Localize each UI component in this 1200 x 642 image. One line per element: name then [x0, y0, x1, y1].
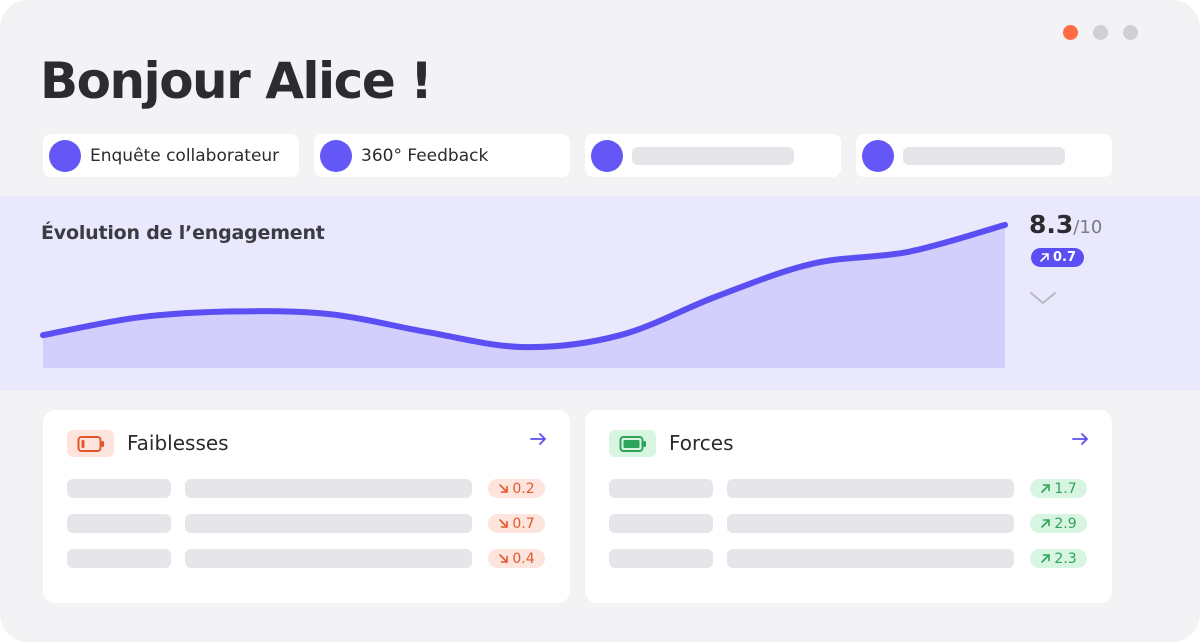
list-item[interactable]: 2.3: [609, 549, 1089, 569]
list-item[interactable]: 1.7: [609, 479, 1089, 499]
shortcut-label-skeleton: [903, 146, 1065, 165]
shortcut-label-skeleton: [632, 146, 794, 165]
arrow-up-right-icon: [1041, 484, 1051, 493]
score-delta-value: 0.7: [1053, 250, 1077, 265]
delta-down-badge: 0.7: [488, 514, 545, 533]
item-detail-skeleton: [185, 479, 472, 498]
arrow-right-icon[interactable]: [1072, 432, 1090, 446]
list-item[interactable]: 0.2: [67, 479, 547, 499]
chart-title: Évolution de l’engagement: [41, 222, 325, 244]
battery-low-icon: [67, 430, 114, 457]
shortcut-placeholder[interactable]: [856, 134, 1112, 177]
shortcut-placeholder[interactable]: [585, 134, 841, 177]
window-controls: [1063, 25, 1138, 40]
chevron-down-icon[interactable]: [1029, 290, 1057, 306]
arrow-down-right-icon: [499, 554, 509, 563]
window-maximize-dot[interactable]: [1123, 25, 1138, 40]
delta-value: 1.7: [1054, 480, 1077, 497]
engagement-score: 8.3/10: [1029, 210, 1102, 239]
item-label-skeleton: [67, 514, 171, 533]
score-delta-badge: 0.7: [1031, 248, 1085, 267]
shortcut-avatar: [320, 139, 352, 172]
engagement-panel: Évolution de l’engagement 8.3/10 0.7: [0, 196, 1200, 391]
score-max: /10: [1073, 217, 1103, 238]
shortcut-avatar: [591, 139, 623, 172]
item-detail-skeleton: [727, 549, 1014, 568]
item-label-skeleton: [609, 514, 713, 533]
shortcut-label: Enquête collaborateur: [90, 145, 280, 166]
shortcut-360-feedback[interactable]: 360° Feedback: [314, 134, 570, 177]
list-item[interactable]: 0.7: [67, 514, 547, 534]
strengths-card: Forces 1.7 2.9 2.3: [585, 410, 1112, 603]
arrow-right-icon[interactable]: [530, 432, 548, 446]
app-window: Bonjour Alice ! Enquête collaborateur 36…: [0, 0, 1200, 642]
window-close-dot[interactable]: [1063, 25, 1078, 40]
item-detail-skeleton: [185, 514, 472, 533]
delta-value: 2.9: [1054, 515, 1077, 532]
shortcut-enquete[interactable]: Enquête collaborateur: [43, 134, 299, 177]
delta-down-badge: 0.2: [488, 479, 545, 498]
list-item[interactable]: 0.4: [67, 549, 547, 569]
delta-up-badge: 2.9: [1030, 514, 1087, 533]
list-item[interactable]: 2.9: [609, 514, 1089, 534]
delta-value: 0.7: [512, 515, 535, 532]
arrow-up-right-icon: [1040, 253, 1049, 262]
weaknesses-title: Faiblesses: [127, 431, 229, 455]
item-label-skeleton: [609, 479, 713, 498]
page-title: Bonjour Alice !: [40, 52, 433, 110]
item-detail-skeleton: [727, 514, 1014, 533]
item-detail-skeleton: [727, 479, 1014, 498]
delta-down-badge: 0.4: [488, 549, 545, 568]
arrow-up-right-icon: [1041, 519, 1051, 528]
shortcut-list: Enquête collaborateur 360° Feedback: [43, 134, 1112, 177]
delta-value: 0.2: [512, 480, 535, 497]
weaknesses-card: Faiblesses 0.2 0.7 0.4: [43, 410, 570, 603]
arrow-down-right-icon: [499, 484, 509, 493]
delta-value: 2.3: [1054, 550, 1077, 567]
strengths-title: Forces: [669, 431, 734, 455]
delta-up-badge: 1.7: [1030, 479, 1087, 498]
item-label-skeleton: [67, 479, 171, 498]
delta-value: 0.4: [512, 550, 535, 567]
arrow-down-right-icon: [499, 519, 509, 528]
window-minimize-dot[interactable]: [1093, 25, 1108, 40]
score-value: 8.3: [1029, 210, 1074, 239]
item-detail-skeleton: [185, 549, 472, 568]
shortcut-avatar: [49, 139, 81, 172]
shortcut-label: 360° Feedback: [361, 145, 489, 166]
battery-full-icon: [609, 430, 656, 457]
arrow-up-right-icon: [1041, 554, 1051, 563]
item-label-skeleton: [67, 549, 171, 568]
delta-up-badge: 2.3: [1030, 549, 1087, 568]
item-label-skeleton: [609, 549, 713, 568]
shortcut-avatar: [862, 139, 894, 172]
